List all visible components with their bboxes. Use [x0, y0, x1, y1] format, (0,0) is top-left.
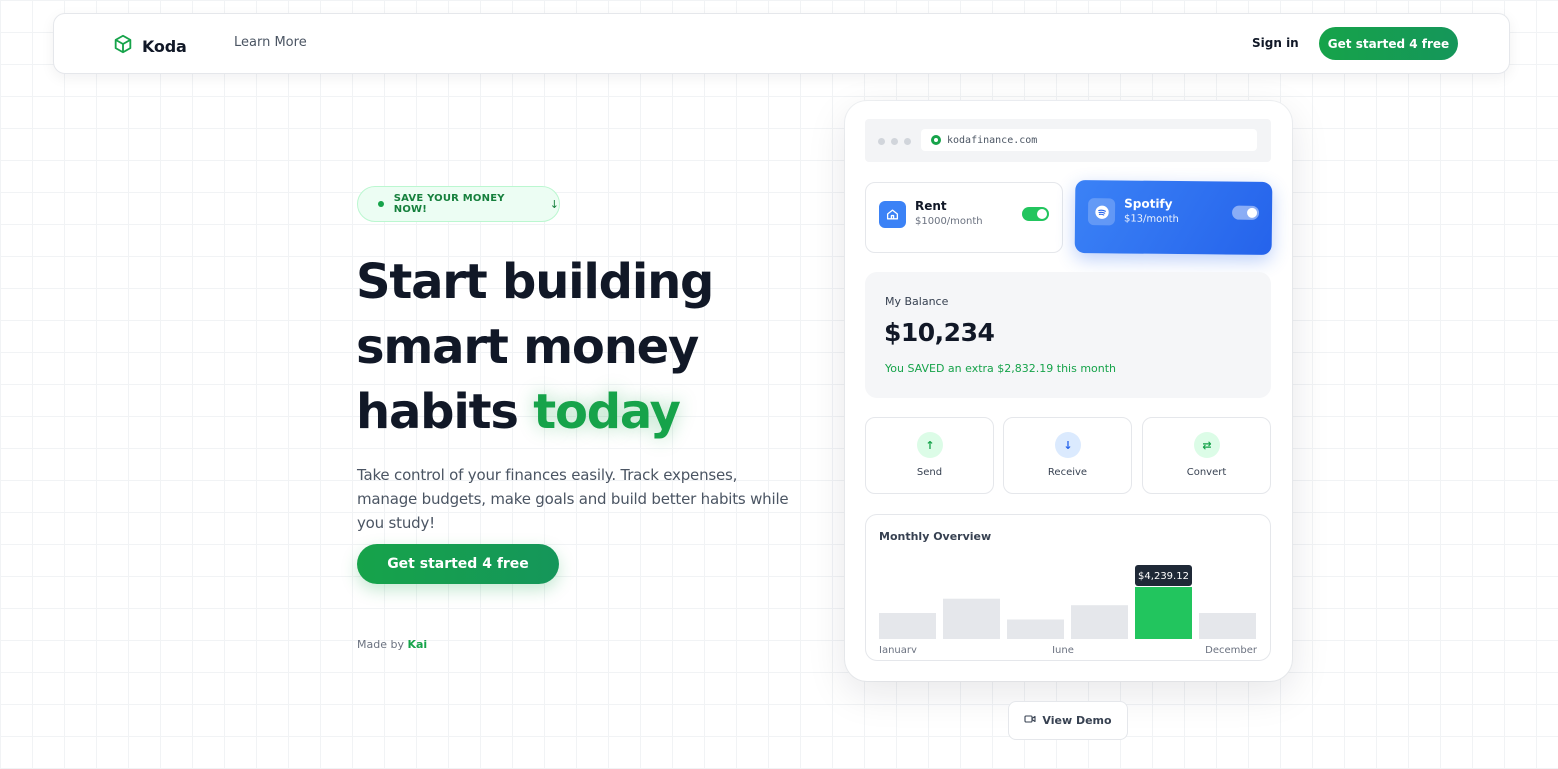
- arrow-up-icon: ↑: [917, 432, 943, 458]
- chart-bar[interactable]: [943, 598, 1000, 639]
- balance-card: My Balance $10,234 You SAVED an extra $2…: [865, 272, 1271, 398]
- url-bar: kodafinance.com: [921, 129, 1257, 151]
- subscription-card-spotify[interactable]: Spotify $13/month: [1074, 179, 1273, 256]
- browser-bar: kodafinance.com: [865, 119, 1271, 162]
- app-preview-card: kodafinance.com Rent $1000/month Spotify…: [845, 101, 1292, 681]
- swap-icon: ⇄: [1194, 432, 1220, 458]
- hero-headline: Start building smart money habits today: [356, 250, 816, 445]
- send-button[interactable]: ↑ Send: [865, 417, 994, 494]
- headline-line-2: smart money: [356, 319, 699, 375]
- url-text: kodafinance.com: [947, 134, 1038, 146]
- spotify-icon: [1087, 198, 1116, 226]
- action-label: Convert: [1186, 467, 1227, 478]
- arrow-down-icon: ↓: [1055, 432, 1081, 458]
- hero-get-started-button[interactable]: Get started 4 free: [357, 544, 559, 584]
- subscription-price: $1000/month: [915, 216, 983, 227]
- pill-text: SAVE YOUR MONEY NOW!: [393, 193, 505, 215]
- nav-get-started-button[interactable]: Get started 4 free: [1319, 27, 1458, 60]
- top-navbar: Koda Learn More Sign in Get started 4 fr…: [53, 13, 1510, 74]
- action-label: Receive: [1047, 467, 1088, 478]
- overview-title: Monthly Overview: [879, 530, 992, 543]
- receive-button[interactable]: ↓ Receive: [1003, 417, 1132, 494]
- learn-more-link[interactable]: Learn More: [234, 35, 307, 50]
- subscription-price: $13/month: [1123, 213, 1179, 226]
- subscription-card-rent[interactable]: Rent $1000/month: [865, 182, 1063, 253]
- made-by-prefix: Made by: [357, 638, 404, 651]
- subscription-name: Rent: [915, 199, 947, 213]
- subscription-name: Spotify: [1124, 196, 1173, 211]
- savings-note: You SAVED an extra $2,832.19 this month: [885, 362, 1117, 375]
- chart-tick-label: June: [1051, 645, 1074, 653]
- chart-tick-label: December: [1205, 645, 1257, 653]
- hero-subtitle: Take control of your finances easily. Tr…: [357, 466, 789, 532]
- balance-amount: $10,234: [884, 318, 995, 347]
- chart-tooltip-label: $4,239.12: [1138, 571, 1189, 582]
- chart-bar[interactable]: [879, 613, 936, 639]
- monthly-overview-chart: $4,239.12 January June December: [879, 565, 1257, 653]
- chart-bar[interactable]: [1071, 605, 1128, 639]
- made-by: Made by Kai: [357, 638, 427, 651]
- chart-bar-highlight[interactable]: [1135, 587, 1192, 639]
- convert-button[interactable]: ⇄ Convert: [1142, 417, 1271, 494]
- arrow-down-icon: ↓: [549, 197, 559, 211]
- author-link[interactable]: Kai: [407, 638, 427, 651]
- save-money-pill[interactable]: SAVE YOUR MONEY NOW! ↓: [357, 186, 560, 222]
- koda-logo-icon: [112, 33, 134, 59]
- brand-name: Koda: [142, 36, 187, 56]
- status-dot-icon: [378, 201, 384, 207]
- chart-bar[interactable]: [1007, 619, 1064, 640]
- chart-bar[interactable]: [1199, 613, 1256, 639]
- sign-in-link[interactable]: Sign in: [1252, 36, 1299, 50]
- monthly-overview-card: Monthly Overview $4,239.12 January June Dec…: [865, 514, 1271, 661]
- home-icon: [879, 201, 906, 228]
- headline-line-3: habits: [356, 384, 519, 440]
- secure-icon: [931, 135, 941, 145]
- balance-label: My Balance: [885, 295, 949, 308]
- view-demo-label: View Demo: [1042, 714, 1112, 727]
- headline-line-1: Start building: [356, 254, 714, 310]
- window-dots: [878, 138, 911, 145]
- video-icon: [1024, 714, 1036, 727]
- action-label: Send: [916, 467, 943, 478]
- chart-tick-label: January: [879, 645, 917, 653]
- view-demo-button[interactable]: View Demo: [1008, 701, 1128, 740]
- brand[interactable]: Koda: [112, 33, 187, 59]
- rent-toggle[interactable]: [1022, 207, 1049, 221]
- spotify-toggle[interactable]: [1231, 205, 1260, 220]
- headline-accent: today: [533, 384, 681, 440]
